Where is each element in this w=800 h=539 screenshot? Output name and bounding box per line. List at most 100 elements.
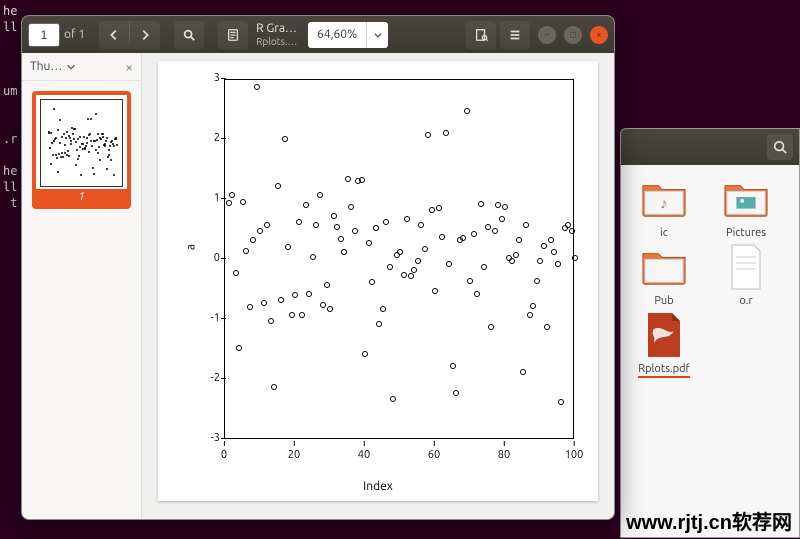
data-point: [401, 272, 407, 278]
data-point: [278, 297, 284, 303]
data-point: [439, 234, 445, 240]
data-point: [572, 255, 578, 261]
thumbnails-pane: Thu… × 1: [22, 53, 142, 519]
data-point: [275, 183, 281, 189]
data-point: [299, 312, 305, 318]
svg-text:♪: ♪: [660, 195, 668, 212]
data-point: [425, 132, 431, 138]
data-point: [390, 396, 396, 402]
data-point: [481, 264, 487, 270]
file-label: o.r: [739, 295, 752, 307]
data-point: [548, 237, 554, 243]
data-point: [551, 249, 557, 255]
y-axis-label: a: [185, 244, 198, 250]
zoom-dropdown-button[interactable]: [366, 22, 388, 48]
search-icon[interactable]: [767, 134, 793, 160]
data-point: [467, 278, 473, 284]
data-point: [327, 306, 333, 312]
data-point: [499, 216, 505, 222]
watermark: www.rjtj.cn软荐网: [626, 506, 792, 535]
annotations-button[interactable]: [218, 21, 248, 49]
y-tick: 3: [204, 72, 220, 84]
maximize-button[interactable]: □: [564, 26, 582, 44]
data-point: [233, 270, 239, 276]
thumbnails-header: Thu… ×: [22, 53, 141, 81]
next-page-button[interactable]: [130, 21, 160, 49]
data-point: [236, 345, 242, 351]
page-number-input[interactable]: [28, 23, 60, 47]
data-point: [411, 267, 417, 273]
data-point: [418, 222, 424, 228]
file-label: ic: [660, 227, 668, 239]
data-point: [310, 254, 316, 260]
y-tick: 0: [204, 252, 220, 264]
background-terminal: he ll um .r he ll t: [0, 0, 20, 214]
data-point: [264, 222, 270, 228]
y-tick: 2: [204, 132, 220, 144]
menu-button[interactable]: [500, 21, 530, 49]
data-point: [289, 312, 295, 318]
data-point: [404, 216, 410, 222]
data-point: [558, 399, 564, 405]
prev-page-button[interactable]: [99, 21, 129, 49]
data-point: [373, 225, 379, 231]
data-point: [345, 176, 351, 182]
data-point: [397, 249, 403, 255]
properties-button[interactable]: [466, 21, 496, 49]
x-axis-label: Index: [158, 480, 598, 493]
data-point: [240, 199, 246, 205]
title-sub: Rplots.…: [256, 35, 300, 48]
data-point: [460, 235, 466, 241]
data-point: [523, 222, 529, 228]
thumbnail-1[interactable]: 1: [32, 91, 131, 209]
x-tick: 100: [565, 449, 584, 461]
scatter-plot: [224, 79, 574, 439]
find-button[interactable]: [174, 21, 204, 49]
pdf-page: a Index -3-2-10123020406080100: [158, 61, 598, 501]
data-point: [348, 204, 354, 210]
data-point: [488, 324, 494, 330]
chevron-down-icon[interactable]: [66, 62, 76, 72]
data-point: [296, 219, 302, 225]
file-item[interactable]: o.r: [707, 243, 785, 307]
y-tick: -2: [204, 372, 220, 384]
data-point: [436, 205, 442, 211]
file-item[interactable]: Pub: [625, 243, 703, 307]
data-point: [541, 243, 547, 249]
file-item[interactable]: Pictures: [707, 175, 785, 239]
y-tick: -3: [204, 432, 220, 444]
minimize-button[interactable]: –: [538, 26, 556, 44]
data-point: [432, 288, 438, 294]
data-point: [282, 136, 288, 142]
data-point: [453, 390, 459, 396]
data-point: [450, 363, 456, 369]
data-point: [485, 224, 491, 230]
data-point: [366, 240, 372, 246]
thumbnail-preview: [40, 99, 123, 187]
thumbnails-title: Thu…: [30, 60, 62, 73]
file-item[interactable]: Rplots.pdf: [625, 311, 703, 378]
page-area[interactable]: a Index -3-2-10123020406080100: [142, 53, 614, 519]
data-point: [303, 202, 309, 208]
data-point: [513, 252, 519, 258]
folder-icon: [640, 243, 688, 291]
zoom-level[interactable]: 64,60%: [308, 22, 366, 48]
file-manager-body: ♪ ic Pictures Pub o.r Rplots.pdf: [621, 165, 799, 388]
data-point: [369, 279, 375, 285]
file-manager-window: ♪ ic Pictures Pub o.r Rplots.pdf: [620, 128, 800, 538]
file-item[interactable]: ♪ ic: [625, 175, 703, 239]
folder-music-icon: ♪: [640, 175, 688, 223]
data-point: [516, 237, 522, 243]
file-label: Pub: [654, 295, 673, 307]
data-point: [320, 302, 326, 308]
data-point: [250, 237, 256, 243]
x-tick: 80: [498, 449, 510, 461]
thumbnails-close-button[interactable]: ×: [125, 59, 133, 75]
data-point: [247, 304, 253, 310]
data-point: [313, 222, 319, 228]
data-point: [268, 318, 274, 324]
x-tick: 60: [428, 449, 440, 461]
close-button[interactable]: ×: [590, 26, 608, 44]
data-point: [537, 258, 543, 264]
data-point: [254, 84, 260, 90]
